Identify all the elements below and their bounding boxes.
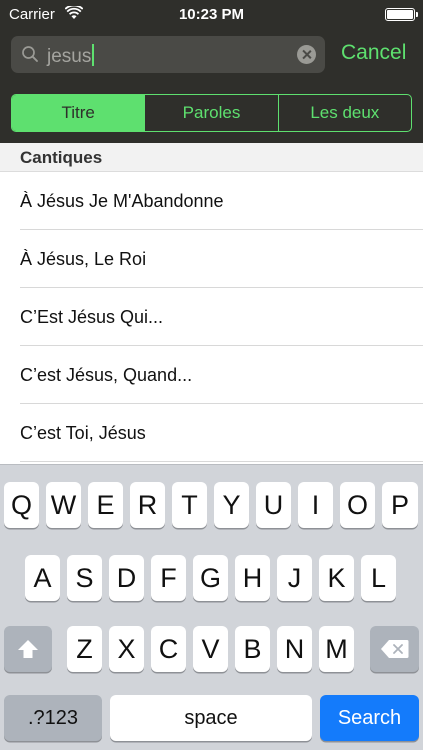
key-f[interactable]: F — [151, 555, 186, 601]
search-header: Carrier 10:23 PM jesus Cancel Titre Paro… — [0, 0, 423, 143]
search-query: jesus — [47, 44, 95, 68]
key-l[interactable]: L — [361, 555, 396, 601]
list-item[interactable]: C’Est Jésus Qui... — [20, 288, 423, 346]
numbers-key[interactable]: .?123 — [4, 695, 102, 741]
segment-les-deux[interactable]: Les deux — [279, 95, 411, 131]
key-i[interactable]: I — [298, 482, 333, 528]
key-x[interactable]: X — [109, 626, 144, 672]
key-e[interactable]: E — [88, 482, 123, 528]
segment-paroles[interactable]: Paroles — [145, 95, 279, 131]
space-key[interactable]: space — [110, 695, 312, 741]
key-p[interactable]: P — [382, 482, 418, 528]
list-item[interactable]: À Jésus, Le Roi — [20, 230, 423, 288]
list-item[interactable]: À Jésus Je M'Abandonne — [20, 172, 423, 230]
key-r[interactable]: R — [130, 482, 165, 528]
key-b[interactable]: B — [235, 626, 270, 672]
results-list: À Jésus Je M'Abandonne À Jésus, Le Roi C… — [0, 172, 423, 462]
keyboard: Q W E R T Y U I O P A S D F G H J K L Z … — [0, 464, 423, 750]
section-title: Cantiques — [20, 148, 103, 167]
key-c[interactable]: C — [151, 626, 186, 672]
key-y[interactable]: Y — [214, 482, 249, 528]
key-n[interactable]: N — [277, 626, 312, 672]
key-o[interactable]: O — [340, 482, 375, 528]
backspace-key[interactable] — [370, 626, 419, 672]
search-key[interactable]: Search — [320, 695, 419, 741]
shift-key[interactable] — [4, 626, 52, 672]
section-header: Cantiques — [0, 143, 423, 172]
key-h[interactable]: H — [235, 555, 270, 601]
key-m[interactable]: M — [319, 626, 354, 672]
key-a[interactable]: A — [25, 555, 60, 601]
key-v[interactable]: V — [193, 626, 228, 672]
shift-icon — [18, 640, 38, 658]
list-item-label: À Jésus Je M'Abandonne — [20, 191, 224, 211]
key-z[interactable]: Z — [67, 626, 102, 672]
segment-titre[interactable]: Titre — [12, 95, 146, 131]
key-d[interactable]: D — [109, 555, 144, 601]
search-input[interactable]: jesus — [11, 36, 325, 73]
key-w[interactable]: W — [46, 482, 81, 528]
list-item-label: À Jésus, Le Roi — [20, 249, 147, 269]
backspace-icon — [381, 640, 409, 658]
key-s[interactable]: S — [67, 555, 102, 601]
list-item-label: C’est Jésus, Quand... — [20, 365, 193, 385]
search-icon — [22, 46, 38, 62]
key-g[interactable]: G — [193, 555, 228, 601]
status-bar: Carrier 10:23 PM — [0, 0, 423, 28]
key-q[interactable]: Q — [4, 482, 39, 528]
status-time: 10:23 PM — [178, 6, 245, 23]
list-item-label: C’Est Jésus Qui... — [20, 307, 164, 327]
list-item[interactable]: C’est Toi, Jésus — [20, 404, 423, 462]
clear-search-icon[interactable] — [297, 45, 316, 64]
battery-icon — [385, 8, 418, 21]
list-item[interactable]: C’est Jésus, Quand... — [20, 346, 423, 404]
cancel-button[interactable]: Cancel — [341, 41, 406, 65]
key-t[interactable]: T — [172, 482, 207, 528]
search-scope-control: Titre Paroles Les deux — [11, 94, 412, 132]
key-u[interactable]: U — [256, 482, 291, 528]
key-k[interactable]: K — [319, 555, 354, 601]
text-cursor — [92, 44, 95, 66]
list-item-label: C’est Toi, Jésus — [20, 423, 146, 443]
key-j[interactable]: J — [277, 555, 312, 601]
